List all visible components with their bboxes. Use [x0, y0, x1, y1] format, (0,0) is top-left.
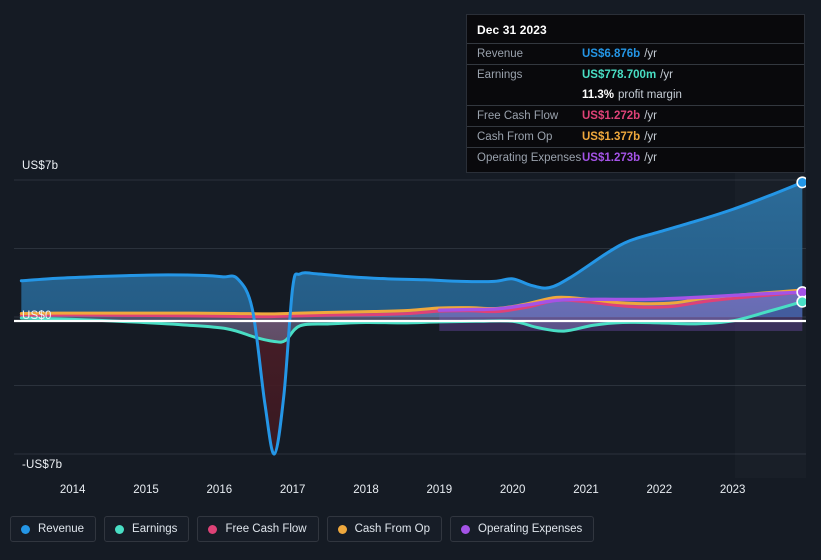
tooltip-row-value: US$1.272b/yr [582, 110, 657, 122]
x-axis-tick-2017: 2017 [279, 484, 306, 496]
y-axis-label-top: US$7b [22, 160, 59, 172]
legend-color-dot [337, 524, 347, 534]
tooltip-row-label: Revenue [477, 48, 524, 60]
legend-item-label: Cash From Op [354, 523, 431, 535]
y-axis-label-bottom: -US$7b [22, 459, 63, 471]
legend-item-free-cash-flow[interactable]: Free Cash Flow [197, 516, 319, 542]
tooltip-row: Operating Expenses US$1.273b/yr [467, 147, 804, 168]
legend-color-dot [461, 524, 471, 534]
y-axis-label-zero: US$0 [22, 310, 52, 322]
legend-item-operating-expenses[interactable]: Operating Expenses [450, 516, 595, 542]
x-axis-tick-2021: 2021 [573, 484, 599, 496]
legend-item-cash-from-op[interactable]: Cash From Op [326, 516, 443, 542]
tooltip-row: Free Cash Flow US$1.272b/yr [467, 105, 804, 126]
data-tooltip: Dec 31 2023 Revenue US$6.876b/yr Earnings U… [466, 14, 805, 173]
tooltip-row-value: US$1.377b/yr [582, 131, 657, 143]
legend-color-dot [208, 524, 218, 534]
legend-color-dot [115, 524, 125, 534]
tooltip-row: Cash From Op US$1.377b/yr [467, 126, 804, 147]
x-axis-tick-2023: 2023 [719, 484, 746, 496]
x-axis-tick-2015: 2015 [133, 484, 159, 496]
legend-color-dot [21, 524, 30, 534]
tooltip-row-label: Free Cash Flow [477, 110, 559, 122]
x-axis-tick-2014: 2014 [59, 484, 86, 496]
x-axis-tick-2020: 2020 [499, 484, 526, 496]
x-axis-tick-2018: 2018 [353, 484, 379, 496]
tooltip-row: Earnings US$778.700m/yr [467, 64, 804, 85]
tooltip-row-label: Earnings [477, 69, 523, 81]
tooltip-row-value: 11.3% profit margin [582, 89, 682, 101]
legend-item-earnings[interactable]: Earnings [104, 516, 190, 542]
tooltip-row: Revenue US$6.876b/yr [467, 43, 804, 64]
tooltip-row-value: US$6.876b/yr [582, 48, 657, 60]
tooltip-rows: Revenue US$6.876b/yr Earnings US$778.700m/y… [467, 43, 804, 168]
x-axis-tick-2016: 2016 [206, 484, 233, 496]
legend-item-label: Free Cash Flow [225, 523, 307, 535]
chart-legend[interactable]: Revenue Earnings Free Cash Flow Cash From O… [10, 516, 595, 542]
financial-chart: US$7b US$0 -US$7b 2014 2015 2016 2017 2018 20… [0, 0, 821, 560]
tooltip-row: 11.3% profit margin [467, 85, 804, 105]
legend-item-label: Earnings [132, 523, 178, 535]
tooltip-row-label: Operating Expenses [477, 152, 582, 164]
legend-item-label: Revenue [38, 523, 85, 535]
tooltip-date: Dec 31 2023 [477, 23, 547, 37]
x-axis-tick-2022: 2022 [646, 484, 673, 496]
legend-item-label: Operating Expenses [478, 523, 583, 535]
tooltip-row-value: US$1.273b/yr [582, 152, 657, 164]
tooltip-row-value: US$778.700m/yr [582, 69, 673, 81]
x-axis-tick-2019: 2019 [426, 484, 453, 496]
tooltip-row-label: Cash From Op [477, 131, 553, 143]
legend-item-revenue[interactable]: Revenue [10, 516, 97, 542]
